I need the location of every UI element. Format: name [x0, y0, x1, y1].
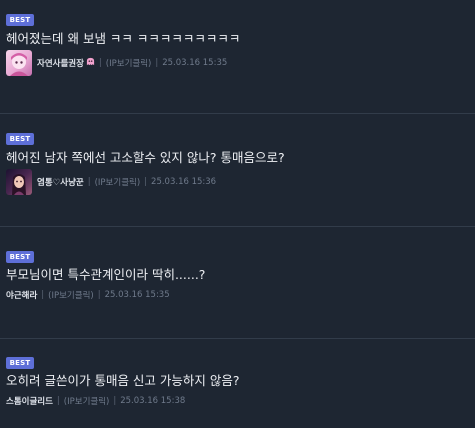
comment-item: BEST 오히려 글쓴이가 통매음 신고 가능하지 않음? 스톰이글리드 | (… [0, 339, 475, 428]
best-badge: BEST [6, 14, 34, 26]
comment-meta: 스톰이글리드 | (IP보기클릭) | 25.03.16 15:38 [6, 392, 185, 410]
nickname[interactable]: 스톰이글리드 [6, 395, 53, 407]
ip-view-link[interactable]: (IP보기클릭) [64, 395, 110, 407]
meta-separator: | [41, 290, 45, 300]
meta-separator: | [113, 396, 117, 406]
comment-text: 헤어졌는데 왜 보냄 ㅋㅋ ㅋㅋㅋㅋㅋㅋㅋㅋㅋ [6, 31, 241, 46]
meta-separator: | [87, 177, 91, 187]
nickname[interactable]: 자연사를권장 [37, 57, 84, 69]
nickname[interactable]: 염통♡사냥꾼 [37, 176, 84, 188]
comment-item: BEST 헤어진 남자 쪽에선 고소할수 있지 않나? 통매음으로? 염통♡사냥… [0, 114, 475, 227]
ip-view-link[interactable]: (IP보기클릭) [95, 176, 141, 188]
best-badge: BEST [6, 357, 34, 369]
comment-date: 25.03.16 15:38 [120, 396, 186, 406]
comment-date: 25.03.16 15:35 [162, 58, 228, 68]
meta-separator: | [56, 396, 60, 406]
meta-separator: | [97, 290, 101, 300]
avatar[interactable] [6, 169, 32, 195]
comment-text: 헤어진 남자 쪽에선 고소할수 있지 않나? 통매음으로? [6, 150, 285, 165]
comment-item: BEST 부모님이면 특수관계인이라 딱히......? 야근해라 | (IP보… [0, 227, 475, 339]
ip-view-link[interactable]: (IP보기클릭) [48, 289, 94, 301]
comment-text: 부모님이면 특수관계인이라 딱히......? [6, 267, 206, 282]
comment-date: 25.03.16 15:35 [104, 290, 170, 300]
comment-text: 오히려 글쓴이가 통매음 신고 가능하지 않음? [6, 373, 240, 388]
ip-view-link[interactable]: (IP보기클릭) [106, 57, 152, 69]
meta-separator: | [98, 58, 102, 68]
best-badge: BEST [6, 251, 34, 263]
comment-date: 25.03.16 15:36 [151, 177, 217, 187]
avatar[interactable] [6, 50, 32, 76]
comment-list: BEST 헤어졌는데 왜 보냄 ㅋㅋ ㅋㅋㅋㅋㅋㅋㅋㅋㅋ 자연사를권장 | (I… [0, 0, 475, 428]
comment-meta: 야근해라 | (IP보기클릭) | 25.03.16 15:35 [6, 286, 170, 304]
ghost-icon [86, 57, 95, 69]
comment-meta: 자연사를권장 | (IP보기클릭) | 25.03.16 15:35 [6, 50, 228, 76]
nickname[interactable]: 야근해라 [6, 289, 37, 301]
comment-meta: 염통♡사냥꾼 | (IP보기클릭) | 25.03.16 15:36 [6, 169, 217, 195]
meta-separator: | [144, 177, 148, 187]
meta-separator: | [155, 58, 159, 68]
best-badge: BEST [6, 133, 34, 145]
comment-item: BEST 헤어졌는데 왜 보냄 ㅋㅋ ㅋㅋㅋㅋㅋㅋㅋㅋㅋ 자연사를권장 | (I… [0, 0, 475, 114]
